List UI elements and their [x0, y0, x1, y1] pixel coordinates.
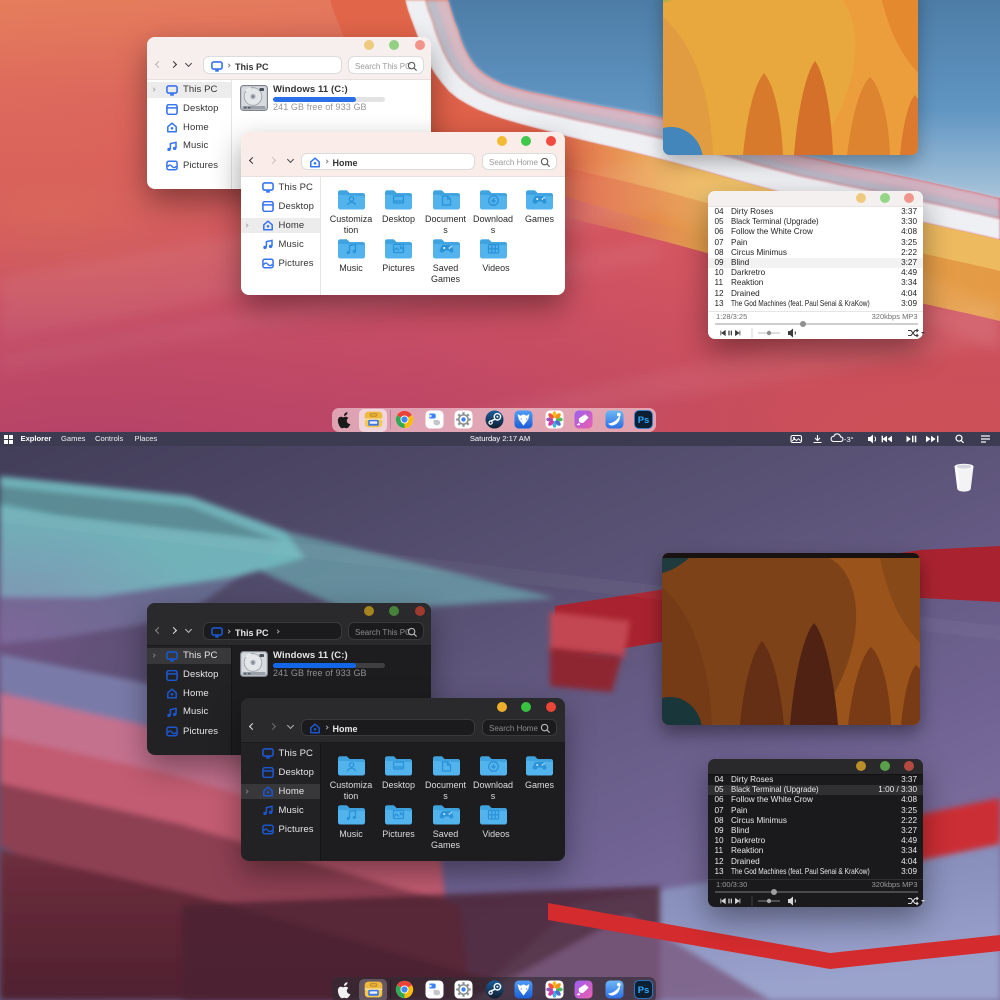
- svg-text:-3°: -3°: [844, 435, 854, 444]
